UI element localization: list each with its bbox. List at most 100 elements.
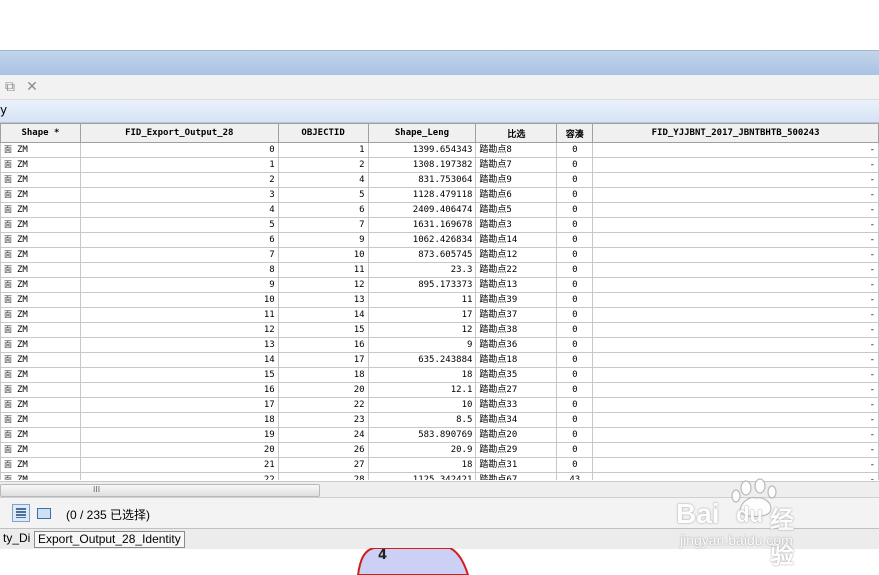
cell-objectid[interactable]: 2	[277, 157, 369, 173]
cell-shape-leng[interactable]: 18	[367, 457, 477, 473]
cell-shape-leng[interactable]: 583.890769	[367, 427, 477, 443]
table-row[interactable]: 面 ZM 11 14 17 踏勘点37 0 -	[0, 307, 879, 323]
cell-shape-leng[interactable]: 831.753064	[367, 172, 477, 188]
cell-shape-leng[interactable]: 1399.654343	[367, 142, 477, 158]
cell-shape[interactable]: 面 ZM	[0, 442, 81, 458]
cell-shape[interactable]: 面 ZM	[0, 457, 81, 473]
cell-fid-export[interactable]: 1	[79, 157, 279, 173]
show-all-records-button[interactable]	[12, 504, 30, 522]
cell-bixuan[interactable]: 踏勘点20	[475, 427, 558, 443]
cell-fid-export[interactable]: 12	[79, 322, 279, 338]
cell-shape-leng[interactable]: 8.5	[367, 412, 477, 428]
cell-shape[interactable]: 面 ZM	[0, 427, 81, 443]
cell-shape-leng[interactable]: 1062.426834	[367, 232, 477, 248]
cell-rongcou[interactable]: 0	[556, 457, 594, 473]
cell-fid-export[interactable]: 6	[79, 232, 279, 248]
cell-shape-leng[interactable]: 12	[367, 322, 477, 338]
cell-objectid[interactable]: 24	[277, 427, 369, 443]
cell-fid-export[interactable]: 20	[79, 442, 279, 458]
column-header-shape-leng[interactable]: Shape_Leng	[367, 123, 477, 143]
cell-fid-export[interactable]: 2	[79, 172, 279, 188]
cell-fid-yjjbnt[interactable]: -	[592, 337, 879, 353]
cell-objectid[interactable]: 5	[277, 187, 369, 203]
cell-fid-export[interactable]: 22	[79, 472, 279, 480]
table-tab-label[interactable]: y	[0, 103, 7, 117]
cell-rongcou[interactable]: 0	[556, 142, 594, 158]
cell-shape[interactable]: 面 ZM	[0, 472, 81, 480]
scrollbar-thumb[interactable]: III	[0, 484, 320, 497]
cell-rongcou[interactable]: 0	[556, 157, 594, 173]
table-row[interactable]: 面 ZM 0 1 1399.654343 踏勘点8 0-	[0, 142, 879, 158]
close-icon[interactable]: ✕	[24, 79, 40, 95]
cell-fid-yjjbnt[interactable]: -	[592, 157, 879, 173]
cell-shape-leng[interactable]: 9	[367, 337, 477, 353]
cell-bixuan[interactable]: 踏勘点14	[475, 232, 558, 248]
cell-rongcou[interactable]: 0	[556, 172, 594, 188]
cell-objectid[interactable]: 16	[277, 337, 369, 353]
cell-bixuan[interactable]: 踏勘点12	[475, 247, 558, 263]
cell-shape[interactable]: 面 ZM	[0, 382, 81, 398]
cell-bixuan[interactable]: 踏勘点36	[475, 337, 558, 353]
cell-fid-yjjbnt[interactable]: -	[592, 187, 879, 203]
cell-rongcou[interactable]: 0	[556, 382, 594, 398]
column-header-bixuan[interactable]: 比选	[475, 123, 558, 143]
cell-shape[interactable]: 面 ZM	[0, 367, 81, 383]
cell-fid-yjjbnt[interactable]: -	[592, 277, 879, 293]
column-header-fid-export[interactable]: FID_Export_Output_28	[79, 123, 279, 143]
cell-shape[interactable]: 面 ZM	[0, 277, 81, 293]
table-row[interactable]: 面 ZM 17 22 10 踏勘点33 0 -	[0, 397, 879, 413]
table-row[interactable]: 面 ZM 15 18 18 踏勘点35 0-	[0, 367, 879, 383]
cell-rongcou[interactable]: 0	[556, 322, 594, 338]
cell-fid-export[interactable]: 7	[79, 247, 279, 263]
cell-shape-leng[interactable]: 17	[367, 307, 477, 323]
cell-shape[interactable]: 面 ZM	[0, 202, 81, 218]
tab-export-output-identity[interactable]: Export_Output_28_Identity	[34, 531, 185, 548]
cell-bixuan[interactable]: 踏勘点9	[475, 172, 558, 188]
cell-fid-export[interactable]: 19	[79, 427, 279, 443]
table-row[interactable]: 面 ZM 21 27 18 踏勘点31 0 -	[0, 457, 879, 473]
cell-objectid[interactable]: 14	[277, 307, 369, 323]
table-row[interactable]: 面 ZM 13 16 9 踏勘点36 0 -	[0, 337, 879, 353]
cell-objectid[interactable]: 9	[277, 232, 369, 248]
cell-rongcou[interactable]: 0	[556, 307, 594, 323]
cell-shape[interactable]: 面 ZM	[0, 337, 81, 353]
cell-bixuan[interactable]: 踏勘点67	[475, 472, 558, 480]
cell-shape[interactable]: 面 ZM	[0, 247, 81, 263]
cell-fid-yjjbnt[interactable]: -	[592, 142, 879, 158]
cell-fid-export[interactable]: 9	[79, 277, 279, 293]
cell-objectid[interactable]: 6	[277, 202, 369, 218]
cell-rongcou[interactable]: 0	[556, 232, 594, 248]
table-row[interactable]: 面 ZM 16 20 12.1 踏勘点27 0 -	[0, 382, 879, 398]
table-options-icon[interactable]: ⧉	[2, 79, 18, 95]
cell-fid-export[interactable]: 8	[79, 262, 279, 278]
cell-bixuan[interactable]: 踏勘点18	[475, 352, 558, 368]
cell-bixuan[interactable]: 踏勘点6	[475, 187, 558, 203]
table-row[interactable]: 面 ZM 19 24 583.890769 踏勘点20 0 -	[0, 427, 879, 443]
cell-objectid[interactable]: 4	[277, 172, 369, 188]
cell-fid-export[interactable]: 16	[79, 382, 279, 398]
cell-rongcou[interactable]: 0	[556, 367, 594, 383]
cell-objectid[interactable]: 27	[277, 457, 369, 473]
table-row[interactable]: 面 ZM 20 26 20.9 踏勘点29 0 -	[0, 442, 879, 458]
cell-shape[interactable]: 面 ZM	[0, 292, 81, 308]
cell-shape-leng[interactable]: 2409.406474	[367, 202, 477, 218]
cell-bixuan[interactable]: 踏勘点39	[475, 292, 558, 308]
cell-objectid[interactable]: 11	[277, 262, 369, 278]
cell-fid-yjjbnt[interactable]: -	[592, 262, 879, 278]
column-header-shape[interactable]: Shape *	[0, 123, 81, 143]
cell-fid-export[interactable]: 13	[79, 337, 279, 353]
cell-objectid[interactable]: 20	[277, 382, 369, 398]
cell-shape-leng[interactable]: 12.1	[367, 382, 477, 398]
cell-shape-leng[interactable]: 20.9	[367, 442, 477, 458]
cell-fid-yjjbnt[interactable]: -	[592, 217, 879, 233]
cell-fid-export[interactable]: 3	[79, 187, 279, 203]
cell-objectid[interactable]: 22	[277, 397, 369, 413]
cell-fid-export[interactable]: 4	[79, 202, 279, 218]
table-row[interactable]: 面 ZM 5 7 1631.169678 踏勘点3 0 -	[0, 217, 879, 233]
cell-objectid[interactable]: 7	[277, 217, 369, 233]
cell-shape-leng[interactable]: 895.173373	[367, 277, 477, 293]
cell-shape[interactable]: 面 ZM	[0, 157, 81, 173]
cell-fid-export[interactable]: 18	[79, 412, 279, 428]
cell-bixuan[interactable]: 踏勘点29	[475, 442, 558, 458]
table-row[interactable]: 面 ZM 12 15 12 踏勘点38 0-	[0, 322, 879, 338]
